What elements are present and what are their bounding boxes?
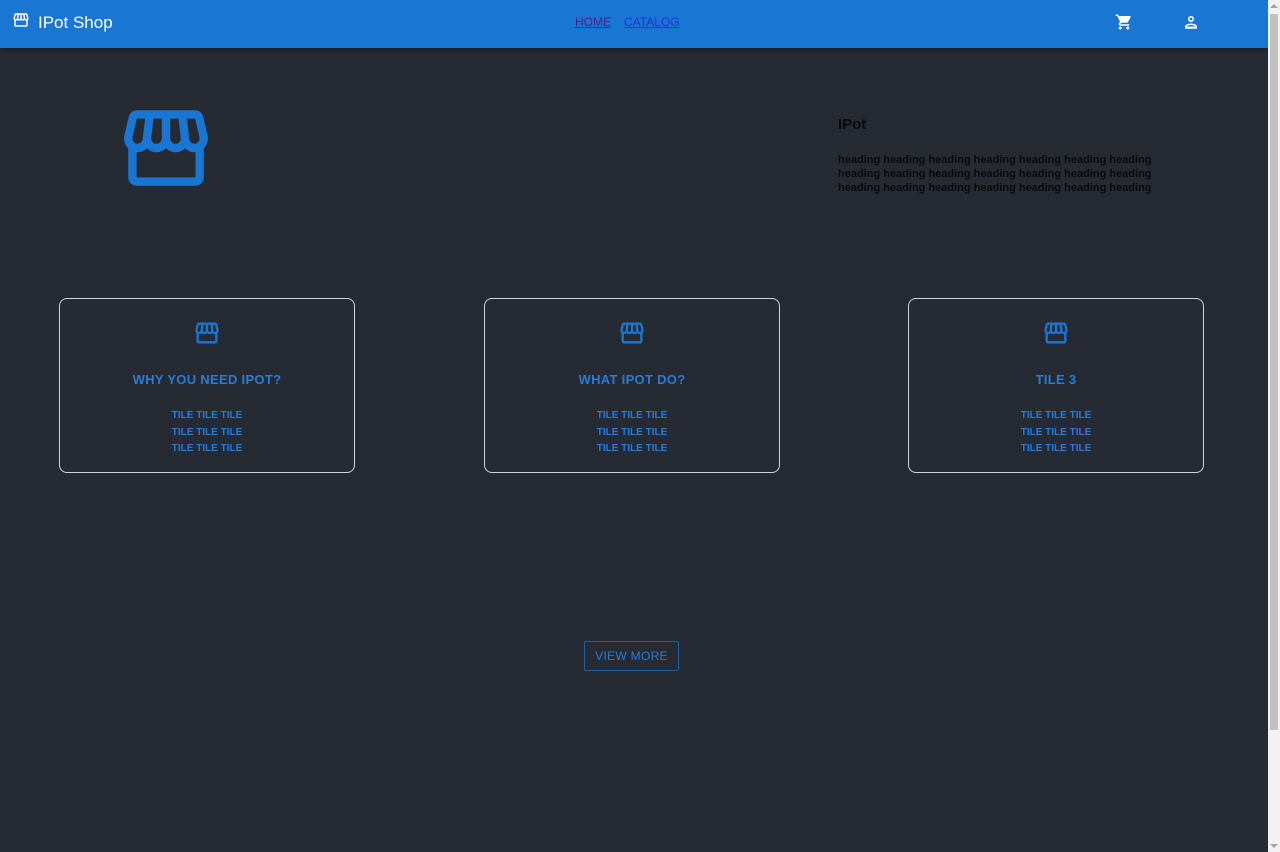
tile-line: TILE TILE TILE [1020,426,1092,438]
person-icon [1182,13,1200,36]
nav-catalog-link[interactable]: CATALOG [624,15,680,29]
view-more-button[interactable]: VIEW MORE [584,641,679,671]
hero-title: IPot [838,116,867,133]
tile-title: WHY YOU NEED IPOT? [132,372,282,387]
brand[interactable]: IPot Shop [12,11,113,34]
storefront-icon [12,11,30,34]
feature-tile: WHY YOU NEED IPOT? TILE TILE TILE TILE T… [59,298,355,473]
vertical-scrollbar[interactable] [1268,0,1280,852]
tile-line: TILE TILE TILE [171,443,243,454]
cart-button[interactable] [1112,12,1136,36]
tile-body: TILE TILE TILE TILE TILE TILE TILE TILE … [909,408,1203,458]
scrollbar-thumb[interactable] [1270,14,1278,730]
tile-line: TILE TILE TILE [596,426,668,438]
tile-line: TILE TILE TILE [1020,443,1092,454]
feature-tile: WHAT IPOT DO? TILE TILE TILE TILE TILE T… [484,298,780,473]
account-button[interactable] [1179,12,1203,36]
feature-tile: TILE 3 TILE TILE TILE TILE TILE TILE TIL… [908,298,1204,473]
tile-line: TILE TILE TILE [596,443,668,454]
main-nav: HOME CATALOG [575,15,680,29]
storefront-icon [124,106,208,195]
scroll-up-arrow-icon[interactable] [1270,4,1278,8]
hero-body: heading heading heading heading heading … [838,154,1152,194]
scroll-down-arrow-icon[interactable] [1270,844,1278,848]
tile-line: TILE TILE TILE [171,426,243,438]
tile-title: TILE 3 [1035,372,1077,387]
brand-name: IPot Shop [38,12,113,32]
tile-body: TILE TILE TILE TILE TILE TILE TILE TILE … [485,408,779,458]
storefront-icon [1042,319,1070,352]
storefront-icon [193,319,221,352]
tile-title: WHAT IPOT DO? [578,372,686,387]
tile-line: TILE TILE TILE [1020,410,1092,421]
app-bar: IPot Shop HOME CATALOG [0,0,1268,48]
shopping-cart-icon [1115,13,1133,36]
nav-home-link[interactable]: HOME [575,15,611,29]
hero-text: IPot heading heading heading heading hea… [838,116,1158,195]
storefront-icon [618,319,646,352]
tile-body: TILE TILE TILE TILE TILE TILE TILE TILE … [60,408,354,458]
tile-line: TILE TILE TILE [171,410,243,421]
tile-line: TILE TILE TILE [596,410,668,421]
